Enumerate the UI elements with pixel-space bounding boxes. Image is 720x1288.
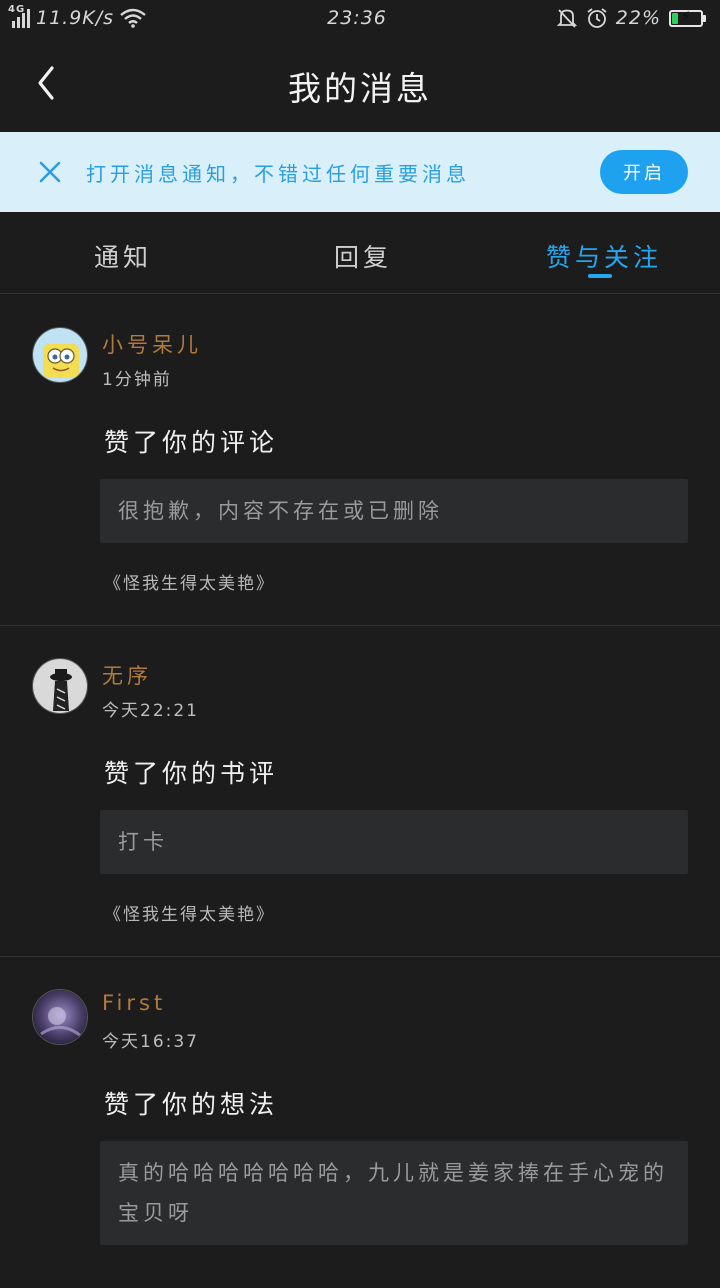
avatar[interactable] bbox=[32, 989, 88, 1045]
battery-percent: 22% bbox=[615, 7, 661, 29]
avatar[interactable] bbox=[32, 327, 88, 383]
action-text: 赞了你的评论 bbox=[104, 428, 279, 457]
mute-bell-icon bbox=[556, 9, 577, 28]
banner-text: 打开消息通知，不错过任何重要消息 bbox=[86, 161, 470, 186]
enable-notification-button[interactable]: 开启 bbox=[600, 150, 688, 194]
tab-notifications[interactable]: 通知 bbox=[94, 238, 152, 274]
page-title: 我的消息 bbox=[288, 69, 432, 108]
avatar[interactable] bbox=[32, 658, 88, 714]
network-speed: 11.9K/s bbox=[36, 7, 115, 29]
tab-likes-follows[interactable]: 赞与关注 bbox=[546, 238, 662, 274]
timestamp: 1分钟前 bbox=[102, 370, 172, 390]
nav-bar: 我的消息 bbox=[0, 36, 720, 132]
list-item[interactable]: 无序 今天22:21 赞了你的书评 打卡 《怪我生得太美艳》 bbox=[0, 626, 720, 957]
tab-replies[interactable]: 回复 bbox=[334, 238, 392, 274]
signal-icon: 4G bbox=[8, 4, 30, 28]
active-tab-indicator bbox=[588, 274, 612, 278]
status-right: 22% ⚡ bbox=[446, 7, 706, 29]
timestamp: 今天22:21 bbox=[102, 701, 199, 721]
quoted-content[interactable]: 很抱歉，内容不存在或已删除 bbox=[100, 479, 688, 543]
timestamp: 今天16:37 bbox=[102, 1032, 199, 1052]
quoted-content[interactable]: 打卡 bbox=[100, 810, 688, 874]
status-time: 23:36 bbox=[327, 7, 387, 29]
username[interactable]: 小号呆儿 bbox=[102, 329, 202, 359]
alarm-icon bbox=[587, 8, 607, 28]
notification-banner: 打开消息通知，不错过任何重要消息 开启 bbox=[0, 132, 720, 212]
username[interactable]: First bbox=[102, 991, 166, 1015]
close-icon bbox=[39, 161, 61, 183]
close-banner-button[interactable] bbox=[32, 154, 68, 190]
username[interactable]: 无序 bbox=[102, 660, 152, 690]
status-left: 4G 11.9K/s bbox=[8, 4, 268, 29]
list-item[interactable]: 小号呆儿 1分钟前 赞了你的评论 很抱歉，内容不存在或已删除 《怪我生得太美艳》 bbox=[0, 295, 720, 626]
network-type: 4G bbox=[8, 4, 26, 15]
tab-bar: 通知 回复 赞与关注 bbox=[0, 212, 720, 294]
status-bar: 4G 11.9K/s 23:36 22% ⚡ bbox=[0, 0, 720, 36]
action-text: 赞了你的想法 bbox=[104, 1090, 279, 1119]
quoted-content[interactable]: 真的哈哈哈哈哈哈哈，九儿就是姜家捧在手心宠的宝贝呀 bbox=[100, 1141, 688, 1245]
message-list: 小号呆儿 1分钟前 赞了你的评论 很抱歉，内容不存在或已删除 《怪我生得太美艳》… bbox=[0, 295, 720, 1288]
wifi-icon bbox=[120, 8, 146, 28]
book-source[interactable]: 《怪我生得太美艳》 bbox=[104, 900, 275, 925]
action-text: 赞了你的书评 bbox=[104, 759, 279, 788]
list-item[interactable]: First 今天16:37 赞了你的想法 真的哈哈哈哈哈哈哈，九儿就是姜家捧在手… bbox=[0, 957, 720, 1288]
book-source[interactable]: 《怪我生得太美艳》 bbox=[104, 569, 275, 594]
battery-icon: ⚡ bbox=[669, 9, 706, 27]
